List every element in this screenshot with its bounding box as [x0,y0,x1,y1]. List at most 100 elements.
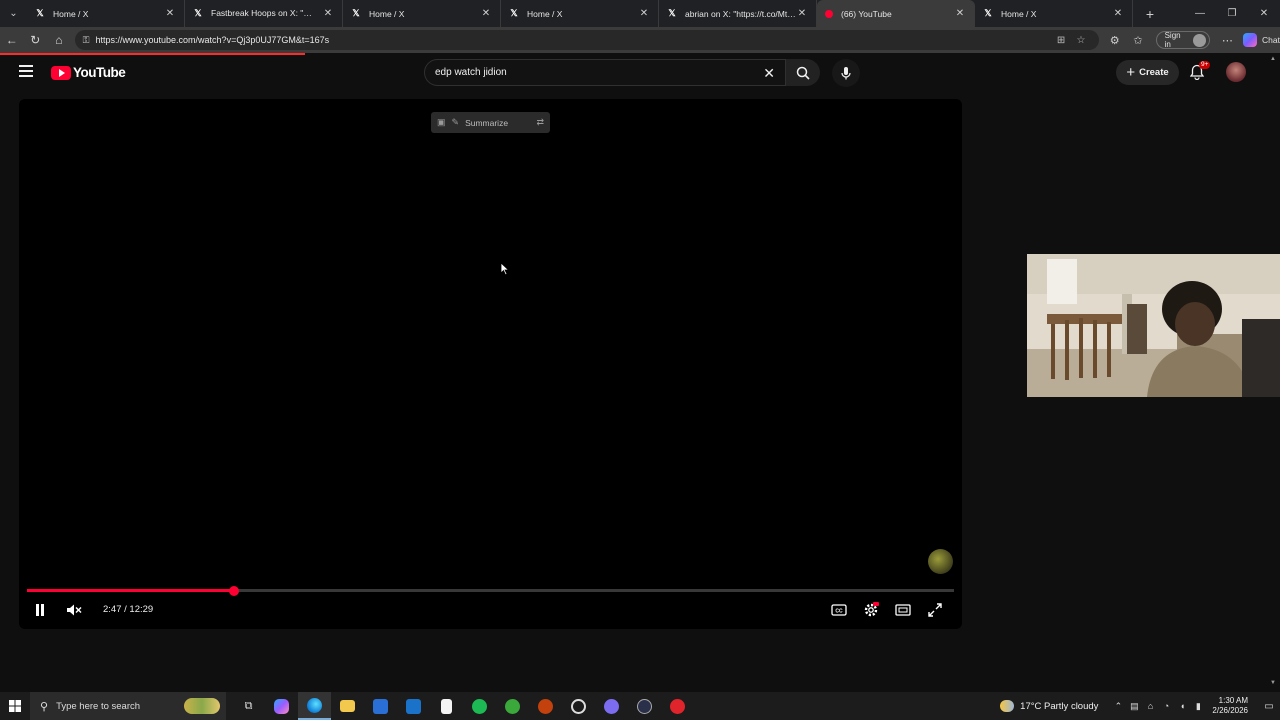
close-tab-icon[interactable]: ✕ [1112,8,1124,19]
taskbar-search-placeholder: Type here to search [56,700,141,712]
webcam-image [1027,254,1280,397]
browser-tab[interactable]: 𝕏 Home / X ✕ [501,0,659,27]
captions-button[interactable]: CC [830,601,848,619]
close-tab-icon[interactable]: ✕ [322,8,334,19]
store-button[interactable] [364,692,397,720]
wifi-icon[interactable]: ◔ [1158,701,1174,711]
sign-in-button[interactable]: Sign in [1155,31,1210,49]
new-tab-button[interactable]: + [1137,6,1163,22]
muted-speaker-icon [67,604,82,616]
svg-text:CC: CC [835,608,843,614]
close-window-button[interactable]: ✕ [1248,8,1280,19]
discord-button[interactable] [595,692,628,720]
edge-taskbar-button[interactable] [298,692,331,720]
spotify-button[interactable] [463,692,496,720]
back-button[interactable]: ← [0,33,24,47]
window-controls: — ❐ ✕ [1184,8,1280,19]
windows-taskbar: ⚲ Type here to search ⧉ 17°C Partly clou… [0,692,1280,720]
notepad-button[interactable] [430,692,463,720]
player-controls: 2:47 / 12:29 CC [19,598,962,622]
browser-tab[interactable]: 𝕏 Fastbreak Hoops on X: "😂😂😂✕ [185,0,343,27]
app-circle-button[interactable] [562,692,595,720]
pause-button[interactable] [31,601,49,619]
clock-date: 2/26/2026 [1212,706,1248,715]
search-input[interactable]: edp watch jidion ✕ [424,59,786,86]
webcam-overlay [1027,254,1280,397]
channel-watermark[interactable] [928,549,953,574]
copilot-taskbar-button[interactable] [265,692,298,720]
xbox-button[interactable] [496,692,529,720]
reload-button[interactable]: ↻ [24,33,48,47]
browser-tab[interactable]: 𝕏abrian on X: "https://t.co/MtnGI3...✕ [659,0,817,27]
browser-tab[interactable]: 𝕏 Home / X ✕ [343,0,501,27]
more-menu-icon[interactable]: ⋯ [1216,34,1239,47]
site-info-icon[interactable]: ⚿ [83,35,90,46]
chevron-up-icon[interactable]: ⌃ [1110,701,1126,712]
guide-menu-icon[interactable] [19,65,33,77]
close-tab-icon[interactable]: ✕ [796,8,808,19]
image-icon[interactable]: ▣ [437,117,446,128]
voice-search-button[interactable] [832,59,860,87]
tray-app-icon[interactable]: ▤ [1126,701,1142,712]
close-tab-icon[interactable]: ✕ [164,8,176,19]
tab-title: Home / X [527,8,563,19]
taskbar-search-box[interactable]: ⚲ Type here to search [30,692,226,720]
app-dark-button[interactable] [628,692,661,720]
outlook-button[interactable] [397,692,430,720]
sign-in-label: Sign in [1164,31,1181,49]
youtube-wordmark: YouTube [73,65,126,80]
progress-scrubber[interactable] [228,585,239,596]
fullscreen-button[interactable] [926,601,944,619]
browser-tab[interactable]: 𝕏 Home / X ✕ [27,0,185,27]
file-explorer-button[interactable] [331,692,364,720]
close-tab-icon[interactable]: ✕ [638,8,650,19]
create-button[interactable]: + Create [1116,60,1179,85]
speaker-icon[interactable]: ◖ [1174,701,1190,711]
start-button[interactable] [0,692,30,720]
clear-search-icon[interactable]: ✕ [763,65,775,82]
app-red-icon [670,698,685,714]
create-label: Create [1139,67,1169,78]
youtube-logo[interactable]: YouTube [51,65,126,80]
maximize-button[interactable]: ❐ [1216,8,1248,19]
network-icon[interactable]: ⌂ [1142,701,1158,711]
search-query-text: edp watch jidion [435,67,507,78]
copilot-chat-button[interactable]: Chat [1243,33,1280,47]
favorites-icon[interactable]: ✩ [1126,34,1149,47]
translate-icon[interactable]: ⇄ [536,117,544,128]
app-red-button[interactable] [661,692,694,720]
video-player[interactable]: ▣ ✎ Summarize ⇄ 2:47 / 12:29 CC [19,99,962,629]
progress-bar[interactable] [27,585,954,596]
close-tab-icon[interactable]: ✕ [954,8,966,19]
x-logo-icon: 𝕏 [668,8,676,18]
extensions-icon[interactable]: ⚙ [1103,34,1126,47]
search-button[interactable] [786,59,820,86]
browser-tab[interactable]: 𝕏 Home / X ✕ [975,0,1133,27]
x-logo-icon: 𝕏 [984,8,992,18]
minimize-button[interactable]: — [1184,8,1216,19]
scrollbar-up-arrow[interactable]: ▲ [1270,56,1276,62]
weather-widget[interactable]: 17°C Partly cloudy [1000,700,1098,712]
clock[interactable]: 1:30 AM 2/26/2026 [1212,696,1248,716]
app-available-icon[interactable]: ⊞ [1051,35,1071,46]
summarize-toolbar[interactable]: ▣ ✎ Summarize ⇄ [431,112,550,133]
close-tab-icon[interactable]: ✕ [480,8,492,19]
theater-mode-button[interactable] [894,601,912,619]
address-bar[interactable]: ⚿ https://www.youtube.com/watch?v=Qj3p0U… [74,30,1100,50]
account-avatar[interactable] [1226,62,1246,82]
app-orange-button[interactable] [529,692,562,720]
settings-button[interactable] [862,601,880,619]
task-view-button[interactable]: ⧉ [232,692,265,720]
tab-actions-menu-button[interactable]: ⌄ [0,0,27,27]
favorite-star-icon[interactable]: ☆ [1071,35,1091,46]
home-button[interactable]: ⌂ [47,33,71,47]
notifications-button[interactable]: 9+ [1189,61,1211,85]
copilot-icon [1243,33,1258,47]
browser-tab[interactable]: (66) YouTube ✕ [817,0,975,27]
microphone-icon[interactable]: ▮ [1190,701,1206,712]
notification-center-icon[interactable]: ▭ [1258,701,1280,712]
scrollbar-down-arrow[interactable]: ▼ [1270,680,1276,686]
taskbar-apps: ⧉ [232,692,694,720]
search-highlight-image [184,698,220,714]
mute-button[interactable] [65,601,83,619]
